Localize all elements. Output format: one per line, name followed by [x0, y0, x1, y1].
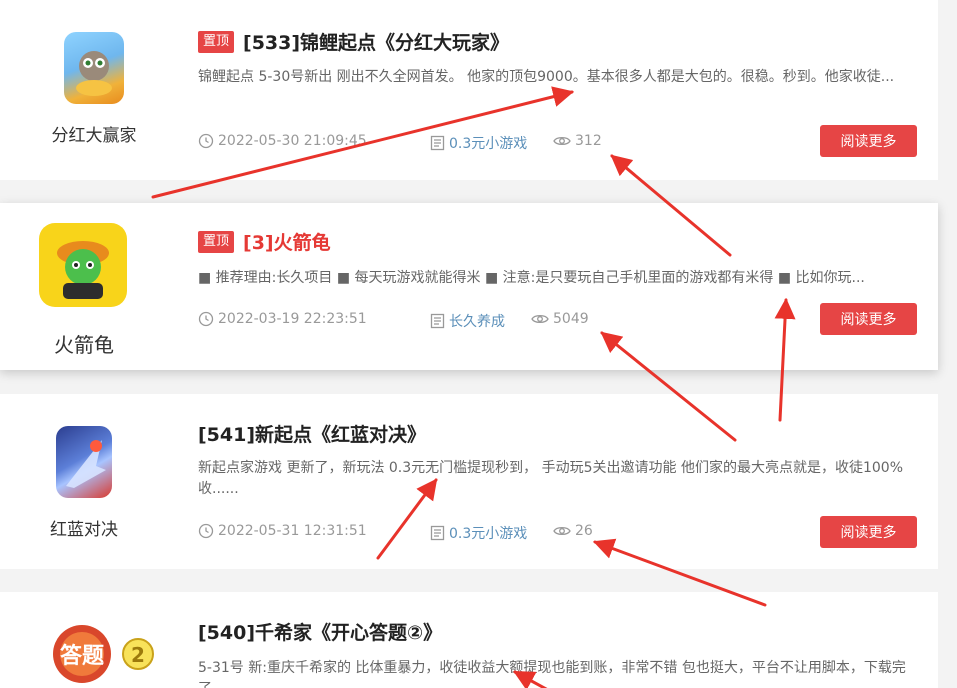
post-card[interactable]: 分红大赢家 置顶 [533]锦鲤起点《分红大玩家》 锦鲤起点 5-30号新出 刚… — [0, 0, 938, 180]
post-excerpt: 5-31号 新:重庆千希家的 比体重暴力，收徒收益大额提现也能到账，非常不错 包… — [198, 660, 906, 688]
pinned-badge: 置顶 — [198, 230, 235, 253]
app-icon[interactable] — [39, 223, 127, 307]
post-excerpt: ■ 推荐理由:长久项目 ■ 每天玩游戏就能得米 ■ 注意:是只要玩自己手机里面的… — [198, 270, 865, 286]
app-icon[interactable] — [64, 32, 124, 104]
doc-icon — [430, 135, 445, 151]
doc-icon — [430, 313, 445, 329]
clock-icon — [198, 311, 214, 327]
app-name: 红蓝对决 — [50, 520, 118, 540]
post-category[interactable]: 长久养成 — [430, 311, 505, 331]
eye-icon — [553, 136, 571, 146]
svg-text:2: 2 — [131, 643, 145, 667]
post-views: 5049 — [531, 311, 589, 327]
app-name: 火箭龟 — [54, 333, 114, 357]
post-category[interactable]: 0.3元小游戏 — [430, 523, 527, 543]
post-date: 2022-05-31 12:31:51 — [198, 523, 367, 539]
app-name: 分红大赢家 — [51, 126, 137, 146]
app-icon[interactable] — [56, 426, 112, 498]
post-date: 2022-05-30 21:09:45 — [198, 133, 367, 149]
post-card[interactable]: 答题 2 [540]千希家《开心答题②》 5-31号 新:重庆千希家的 比体重暴力… — [0, 592, 938, 688]
post-title[interactable]: [3]火箭龟 — [243, 228, 331, 255]
clock-icon — [198, 523, 214, 539]
read-more-button[interactable]: 阅读更多 — [820, 303, 917, 335]
svg-text:答题: 答题 — [60, 643, 105, 669]
post-title[interactable]: [540]千希家《开心答题②》 — [198, 618, 442, 645]
read-more-button[interactable]: 阅读更多 — [820, 516, 917, 548]
post-card[interactable]: 红蓝对决 [541]新起点《红蓝对决》 新起点家游戏 更新了，新玩法 0.3元无… — [0, 394, 938, 569]
post-title[interactable]: [541]新起点《红蓝对决》 — [198, 420, 426, 447]
doc-icon — [430, 525, 445, 541]
post-views: 312 — [553, 133, 602, 149]
post-card[interactable]: 火箭龟 置顶 [3]火箭龟 ■ 推荐理由:长久项目 ■ 每天玩游戏就能得米 ■ … — [0, 203, 938, 370]
post-excerpt: 锦鲤起点 5-30号新出 刚出不久全网首发。 他家的顶包9000。基本很多人都是… — [198, 69, 895, 85]
post-views: 26 — [553, 523, 593, 539]
post-excerpt: 新起点家游戏 更新了，新玩法 0.3元无门槛提现秒到， 手动玩5关出邀请功能 他… — [198, 460, 903, 497]
post-date: 2022-03-19 22:23:51 — [198, 311, 367, 327]
read-more-button[interactable]: 阅读更多 — [820, 125, 917, 157]
eye-icon — [531, 314, 549, 324]
clock-icon — [198, 133, 214, 149]
eye-icon — [553, 526, 571, 536]
post-category[interactable]: 0.3元小游戏 — [430, 133, 527, 153]
pinned-badge: 置顶 — [198, 30, 235, 53]
app-icon[interactable]: 答题 2 — [52, 614, 160, 688]
post-title[interactable]: [533]锦鲤起点《分红大玩家》 — [243, 28, 509, 55]
